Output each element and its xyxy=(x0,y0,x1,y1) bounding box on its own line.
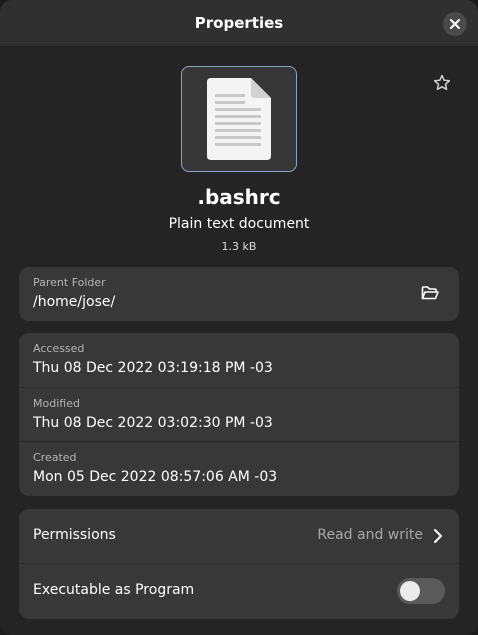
open-folder-icon xyxy=(421,286,439,300)
accessed-value: Thu 08 Dec 2022 03:19:18 PM -03 xyxy=(33,360,273,376)
executable-row: Executable as Program xyxy=(19,564,459,619)
permissions-card: Permissions Read and write Executable as… xyxy=(19,509,459,619)
created-row: Created Mon 05 Dec 2022 08:57:06 AM -03 xyxy=(19,442,459,496)
executable-toggle[interactable] xyxy=(397,578,445,604)
file-name: .bashrc xyxy=(197,185,281,209)
executable-label: Executable as Program xyxy=(33,582,195,598)
properties-dialog: Properties .bashrc Plain text document 1… xyxy=(0,0,478,635)
star-button[interactable] xyxy=(432,73,452,93)
created-label: Created xyxy=(33,451,77,464)
timestamps-card: Accessed Thu 08 Dec 2022 03:19:18 PM -03… xyxy=(19,333,459,496)
accessed-row: Accessed Thu 08 Dec 2022 03:19:18 PM -03 xyxy=(19,333,459,388)
star-icon xyxy=(433,74,451,91)
toggle-knob xyxy=(400,581,420,601)
parent-folder-label: Parent Folder xyxy=(33,276,106,289)
permissions-row[interactable]: Permissions Read and write xyxy=(19,509,459,564)
dialog-title: Properties xyxy=(194,14,284,32)
text-document-icon xyxy=(207,78,271,160)
open-parent-folder-button[interactable] xyxy=(421,285,439,301)
parent-folder-path: /home/jose/ xyxy=(33,294,116,310)
header-bar: Properties xyxy=(0,0,478,47)
file-type: Plain text document xyxy=(168,216,310,232)
permissions-value: Read and write xyxy=(317,527,423,543)
created-value: Mon 05 Dec 2022 08:57:06 AM -03 xyxy=(33,469,278,485)
modified-value: Thu 08 Dec 2022 03:02:30 PM -03 xyxy=(33,414,273,431)
parent-folder-card: Parent Folder /home/jose/ xyxy=(19,267,459,321)
accessed-label: Accessed xyxy=(33,342,85,355)
file-size: 1.3 kB xyxy=(221,240,257,253)
permissions-label: Permissions xyxy=(33,527,116,543)
chevron-right-icon xyxy=(434,529,442,543)
close-icon xyxy=(450,19,460,29)
modified-row: Modified Thu 08 Dec 2022 03:02:30 PM -03 xyxy=(19,388,459,442)
modified-label: Modified xyxy=(33,396,80,410)
parent-folder-row: Parent Folder /home/jose/ xyxy=(19,267,459,321)
close-button[interactable] xyxy=(443,12,467,36)
file-thumbnail xyxy=(181,66,297,172)
